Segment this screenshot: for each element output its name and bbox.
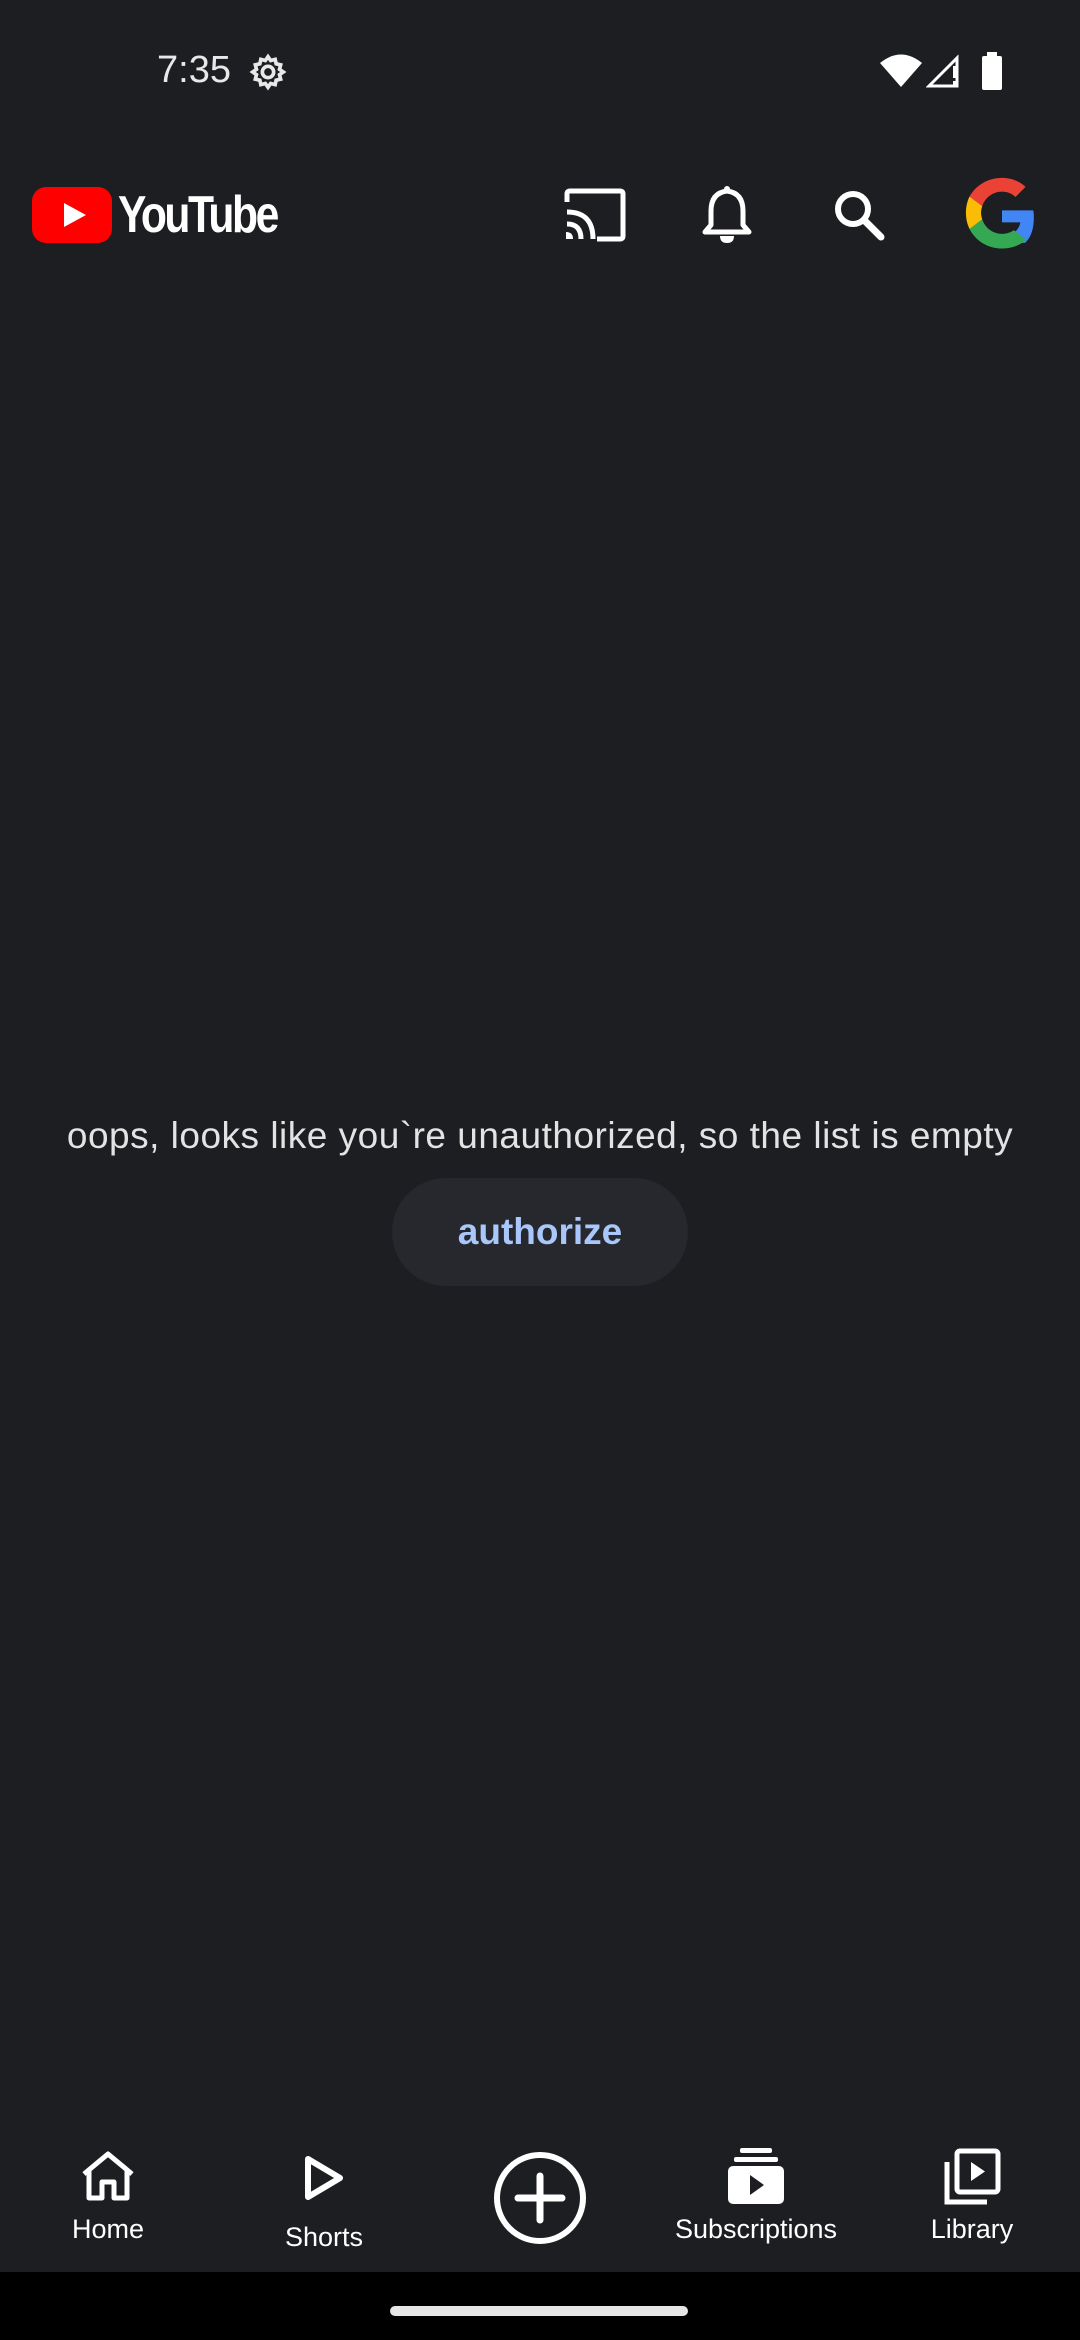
home-indicator[interactable] [390, 2306, 688, 2316]
nav-item-create[interactable] [432, 2126, 648, 2272]
youtube-play-logo-icon [32, 187, 112, 243]
status-time: 7:35 [157, 49, 231, 91]
google-account-button[interactable] [960, 174, 1044, 258]
search-icon [835, 191, 885, 241]
nav-item-shorts[interactable]: Shorts [216, 2126, 432, 2272]
subscriptions-icon [728, 2148, 784, 2204]
gesture-navigation-area [0, 2272, 1080, 2340]
nav-item-home[interactable]: Home [0, 2126, 216, 2272]
nav-label-library: Library [930, 2214, 1014, 2244]
nav-item-subscriptions[interactable]: Subscriptions [648, 2126, 864, 2272]
youtube-brand-text: YouTube [118, 186, 279, 244]
nav-label-shorts: Shorts [284, 2222, 364, 2252]
wifi-icon [880, 54, 922, 87]
app-screen: 7:35 YouTube oops, looks like you`re una… [0, 0, 1080, 2272]
shorts-play-icon [305, 2156, 343, 2200]
nav-label-subscriptions: Subscriptions [674, 2214, 838, 2244]
cast-icon [564, 188, 626, 242]
cellular-signal-icon [926, 54, 959, 88]
status-bar: 7:35 [0, 0, 1080, 140]
library-icon [944, 2148, 1001, 2205]
youtube-logo[interactable]: YouTube [32, 186, 312, 244]
google-account-icon [965, 177, 1034, 249]
nav-label-home: Home [71, 2214, 145, 2244]
battery-icon [982, 52, 1002, 90]
cast-button[interactable] [560, 180, 630, 250]
settings-gear-icon [249, 53, 287, 91]
app-header: YouTube [0, 160, 1080, 270]
empty-state-message: oops, looks like you`re unauthorized, so… [66, 1115, 1014, 1156]
nav-item-library[interactable]: Library [864, 2126, 1080, 2272]
notifications-bell-icon [702, 186, 752, 243]
create-plus-icon [494, 2152, 586, 2244]
bottom-navigation: Home Shorts Subscriptions Library [0, 2126, 1080, 2272]
search-button[interactable] [824, 180, 894, 250]
authorize-button[interactable]: authorize [392, 1178, 688, 1286]
notifications-button[interactable] [692, 180, 762, 250]
home-icon [82, 2151, 134, 2201]
